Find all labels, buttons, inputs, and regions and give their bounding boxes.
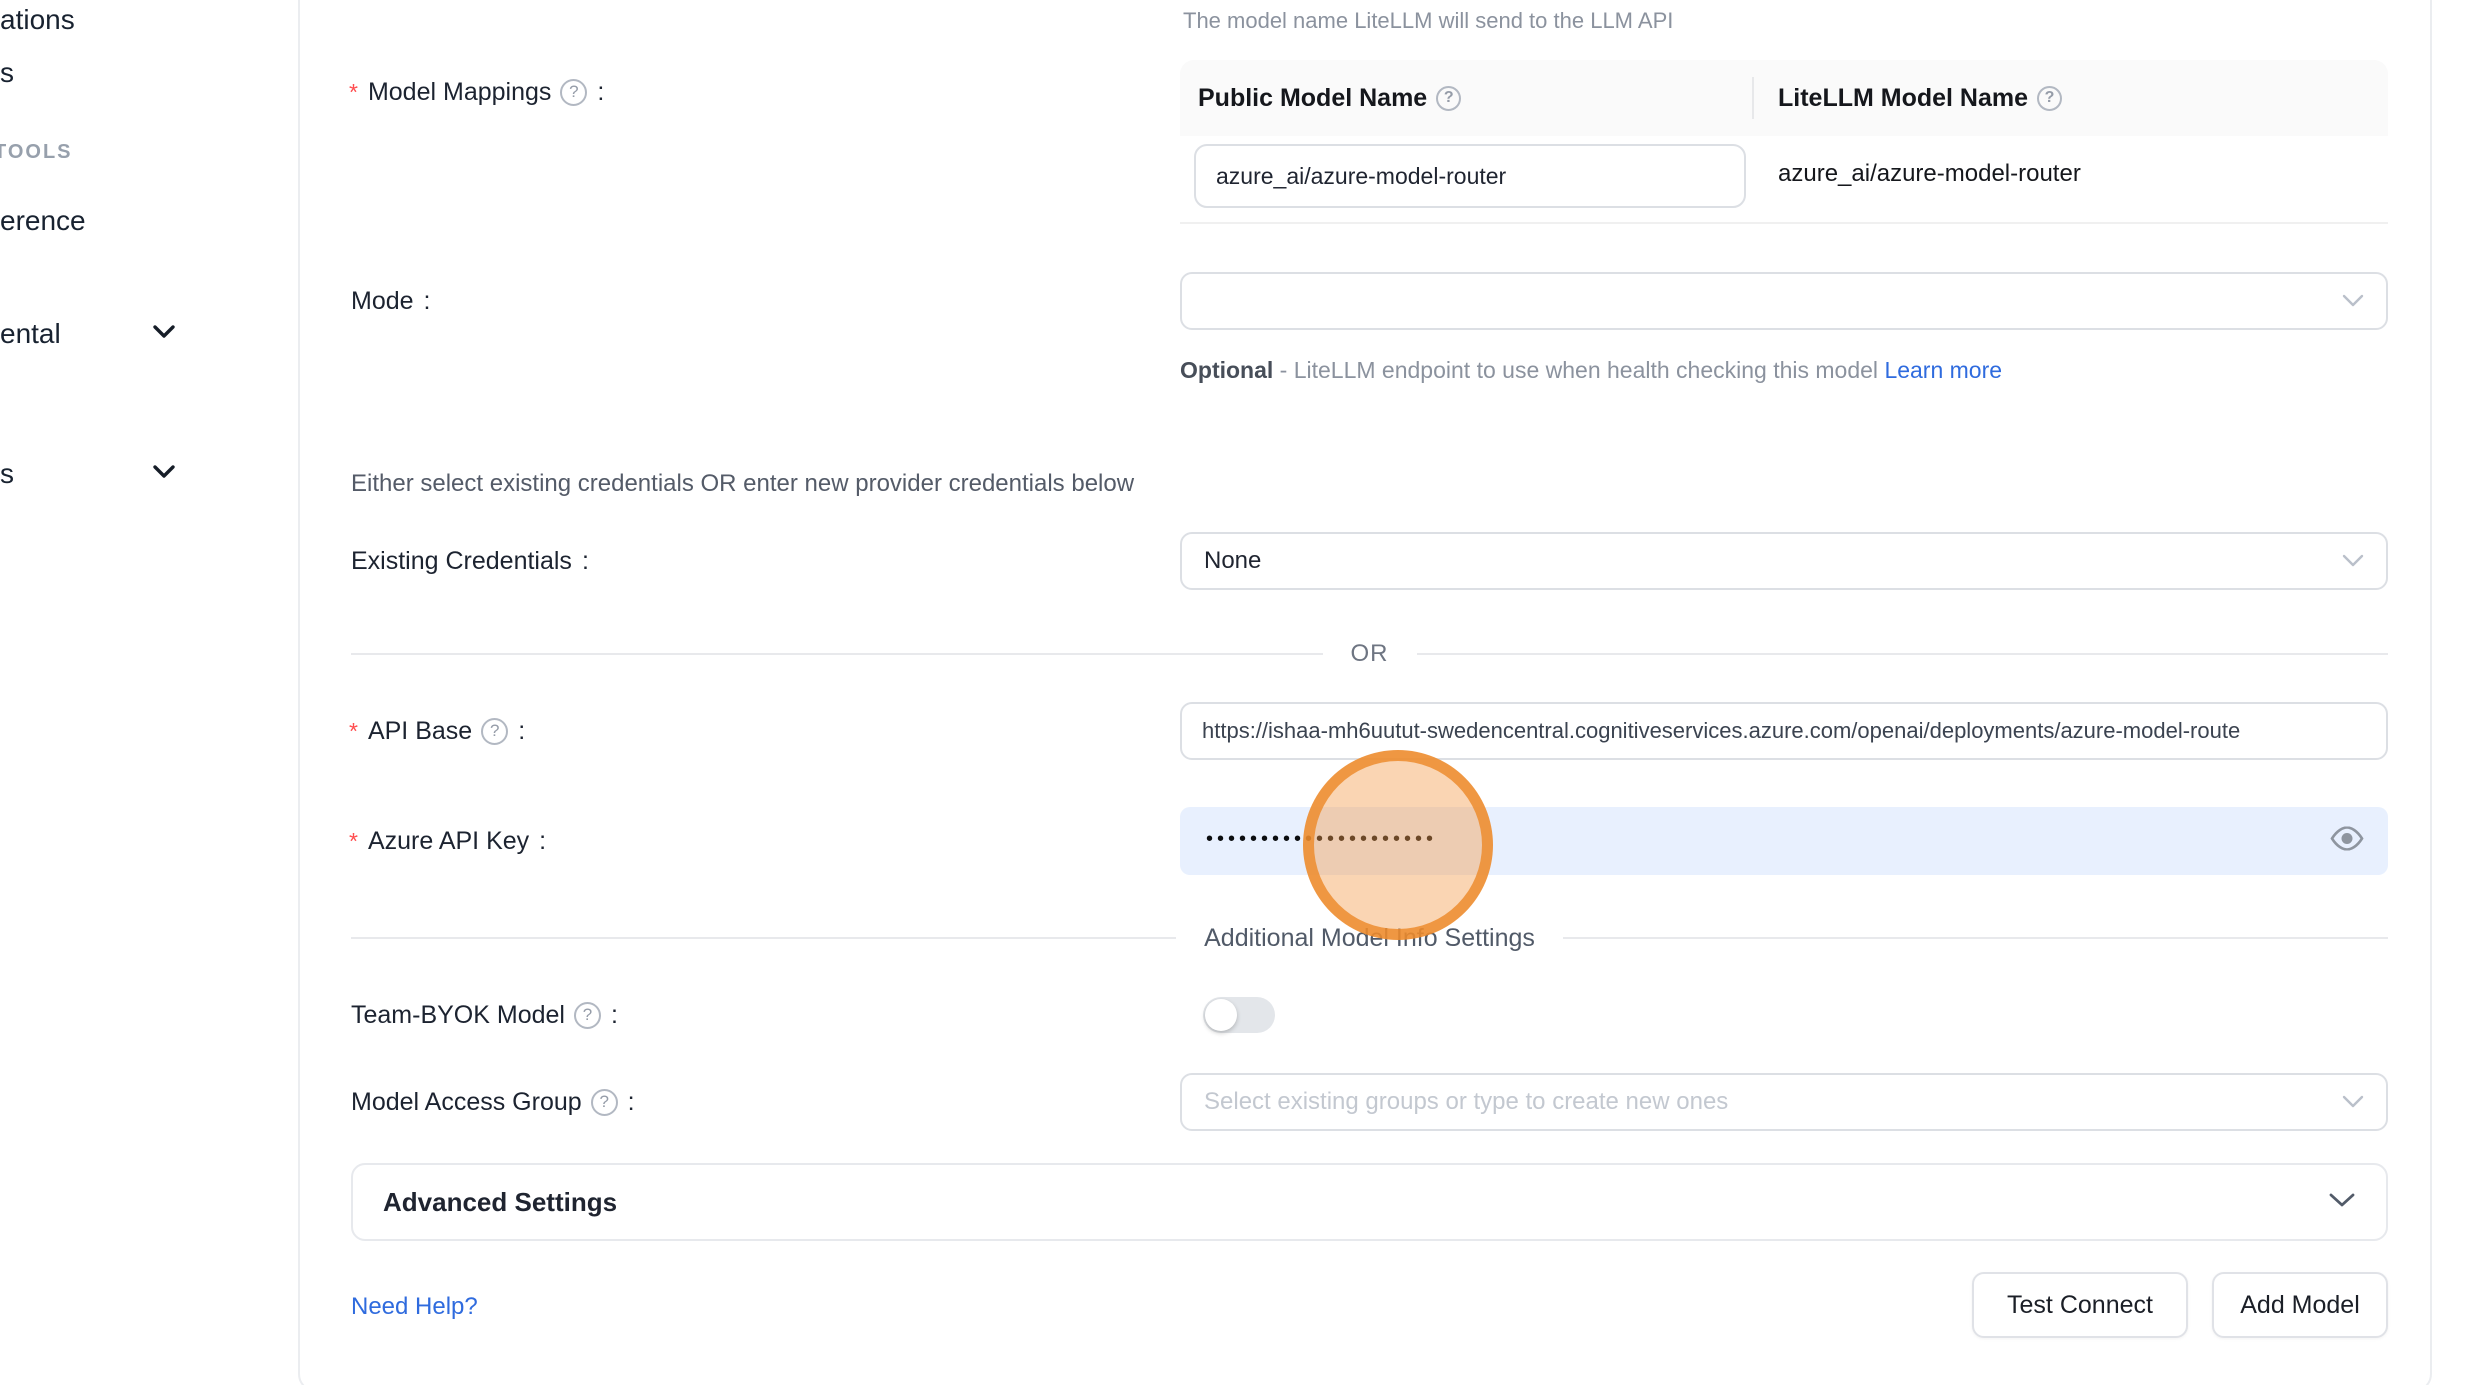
add-model-button[interactable]: Add Model — [2212, 1272, 2388, 1338]
sidebar-section-tools: TOOLS — [0, 141, 73, 164]
litellm-model-name-help-icon[interactable]: ? — [2037, 86, 2062, 111]
existing-credentials-label: Existing Credentials : — [351, 544, 589, 578]
model-access-group-help-icon[interactable]: ? — [591, 1089, 618, 1116]
advanced-settings-panel[interactable]: Advanced Settings — [351, 1163, 2388, 1241]
model-mappings-help-icon[interactable]: ? — [560, 79, 587, 106]
credentials-note: Either select existing credentials OR en… — [351, 470, 1134, 498]
team-byok-help-icon[interactable]: ? — [574, 1002, 601, 1029]
azure-api-key-input[interactable]: ••••••••••••••••••••• — [1180, 807, 2388, 875]
sidebar-item-truncated-2[interactable]: s — [0, 57, 14, 89]
azure-api-key-label: * Azure API Key : — [349, 824, 546, 858]
required-asterisk: * — [349, 828, 358, 855]
chevron-down-icon — [2342, 547, 2364, 575]
or-divider: OR — [351, 638, 2388, 670]
model-access-group-select[interactable]: Select existing groups or type to create… — [1180, 1073, 2388, 1131]
api-base-label: * API Base ? : — [349, 714, 525, 748]
existing-credentials-select[interactable]: None — [1180, 532, 2388, 590]
model-mappings-table: Public Model Name ? LiteLLM Model Name ?… — [1180, 60, 2388, 224]
chevron-down-icon — [2342, 1088, 2364, 1116]
required-asterisk: * — [349, 718, 358, 745]
model-access-group-placeholder: Select existing groups or type to create… — [1204, 1088, 1728, 1116]
public-model-name-header: Public Model Name ? — [1180, 84, 1752, 113]
toggle-knob — [1205, 999, 1237, 1031]
sidebar-item-truncated-3[interactable]: erence — [0, 205, 86, 237]
team-byok-label: Team-BYOK Model ? : — [351, 998, 618, 1032]
model-name-helper-text: The model name LiteLLM will send to the … — [1183, 8, 1673, 34]
existing-credentials-value: None — [1204, 547, 1261, 575]
table-row: azure_ai/azure-model-router — [1180, 136, 2388, 224]
mode-helper-text: Optional - LiteLLM endpoint to use when … — [1180, 350, 2020, 390]
model-access-group-label: Model Access Group ? : — [351, 1085, 635, 1119]
team-byok-toggle[interactable] — [1203, 997, 1275, 1033]
sidebar-item-truncated-4[interactable]: ental — [0, 318, 61, 350]
add-model-page: ations s TOOLS erence ental s The model … — [0, 0, 2477, 1385]
required-asterisk: * — [349, 79, 358, 106]
litellm-model-name-header: LiteLLM Model Name ? — [1752, 84, 2388, 113]
sidebar-item-truncated-1[interactable]: ations — [0, 4, 75, 36]
mode-select[interactable] — [1180, 272, 2388, 330]
test-connect-button[interactable]: Test Connect — [1972, 1272, 2188, 1338]
api-base-help-icon[interactable]: ? — [481, 718, 508, 745]
masked-password-dots: ••••••••••••••••••••• — [1206, 828, 1437, 851]
public-model-name-help-icon[interactable]: ? — [1436, 86, 1461, 111]
chevron-down-icon — [2328, 1192, 2356, 1213]
api-base-input[interactable] — [1180, 702, 2388, 760]
header-divider — [1752, 77, 1754, 119]
litellm-model-name-value: azure_ai/azure-model-router — [1778, 160, 2081, 188]
chevron-down-icon — [2342, 287, 2364, 315]
additional-settings-divider: Additional Model Info Settings — [351, 922, 2388, 954]
mode-label: Mode : — [351, 284, 431, 318]
sidebar-item-truncated-5[interactable]: s — [0, 458, 14, 490]
model-mappings-label: * Model Mappings ? : — [349, 75, 604, 109]
public-model-name-input[interactable] — [1194, 144, 1746, 208]
chevron-down-icon[interactable] — [152, 324, 176, 344]
model-mappings-table-header: Public Model Name ? LiteLLM Model Name ? — [1180, 60, 2388, 136]
need-help-link[interactable]: Need Help? — [351, 1293, 478, 1321]
model-mappings-label-text: Model Mappings — [368, 78, 551, 107]
chevron-down-icon[interactable] — [152, 464, 176, 484]
eye-icon[interactable] — [2330, 827, 2364, 856]
advanced-settings-title: Advanced Settings — [383, 1187, 617, 1218]
learn-more-link[interactable]: Learn more — [1884, 357, 2002, 383]
